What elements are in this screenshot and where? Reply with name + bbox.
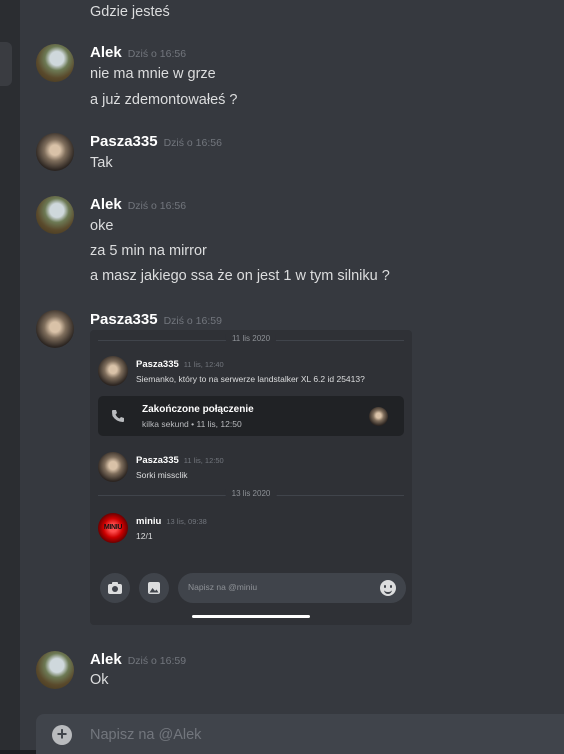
- call-subtitle: kilka sekund • 11 lis, 12:50: [142, 419, 242, 429]
- attachment-author: Pasza335 11 lis, 12:40: [136, 359, 224, 370]
- author-name[interactable]: Pasza335: [90, 311, 158, 328]
- message-header: Pasza335 Dziś o 16:59: [90, 311, 222, 328]
- camera-icon: [100, 573, 130, 603]
- attachment-author: Pasza335 11 lis, 12:50: [136, 455, 224, 466]
- author-name[interactable]: Pasza335: [90, 133, 158, 150]
- server-sidebar: [0, 0, 20, 750]
- author-name[interactable]: Alek: [90, 196, 122, 213]
- emoji-icon: [380, 580, 396, 596]
- avatar-alek[interactable]: [36, 44, 74, 82]
- message-header: Alek Dziś o 16:59: [90, 651, 186, 668]
- call-avatar: [369, 407, 388, 426]
- message-timestamp: Dziś o 16:56: [163, 137, 222, 149]
- message-text: nie ma mnie w grze: [90, 66, 216, 82]
- message-text: Gdzie jesteś: [90, 4, 170, 20]
- image-attachment[interactable]: 11 lis 2020 Pasza335 11 lis, 12:40 Sieman…: [90, 330, 412, 625]
- add-attachment-button[interactable]: +: [52, 725, 72, 745]
- date-divider: 13 lis 2020: [98, 489, 404, 501]
- attachment-avatar: [98, 452, 128, 482]
- message-header: Pasza335 Dziś o 16:56: [90, 133, 222, 150]
- call-title: Zakończone połączenie: [142, 404, 254, 415]
- attachment-text: Siemanko, który to na serwerze landstalk…: [136, 374, 365, 384]
- date-divider: 11 lis 2020: [98, 334, 404, 346]
- message-timestamp: Dziś o 16:59: [163, 315, 222, 327]
- author-name[interactable]: Alek: [90, 44, 122, 61]
- image-icon: [139, 573, 169, 603]
- message-text: a masz jakiego ssa że on jest 1 w tym si…: [90, 268, 390, 284]
- chat-area: Gdzie jesteś Alek Dziś o 16:56 nie ma mni…: [20, 0, 564, 754]
- message-input-placeholder: Napisz na @Alek: [90, 727, 202, 743]
- attachment-avatar: [98, 356, 128, 386]
- avatar-pasza335[interactable]: [36, 133, 74, 171]
- message-header: Alek Dziś o 16:56: [90, 196, 186, 213]
- message-text: oke: [90, 218, 114, 234]
- phone-call-icon: [110, 408, 126, 424]
- sidebar-selected-item[interactable]: [0, 42, 12, 86]
- attachment-avatar: MINIU: [98, 513, 128, 543]
- avatar-alek[interactable]: [36, 651, 74, 689]
- author-name[interactable]: Alek: [90, 651, 122, 668]
- avatar-alek[interactable]: [36, 196, 74, 234]
- message-text: za 5 min na mirror: [90, 243, 207, 259]
- message-timestamp: Dziś o 16:56: [127, 48, 187, 60]
- message-header: Alek Dziś o 16:56: [90, 44, 186, 61]
- message-text: a już zdemontowałeś ?: [90, 92, 238, 108]
- home-indicator: [192, 615, 310, 618]
- avatar-pasza335[interactable]: [36, 310, 74, 348]
- attachment-input-bar: Napisz na @miniu: [90, 568, 412, 610]
- message-timestamp: Dziś o 16:56: [127, 200, 187, 212]
- attachment-message-input: Napisz na @miniu: [178, 573, 406, 603]
- message-text: Tak: [90, 155, 113, 171]
- attachment-author: miniu 13 lis, 09:38: [136, 516, 207, 527]
- call-card: Zakończone połączenie kilka sekund • 11 …: [98, 396, 404, 436]
- message-input[interactable]: + Napisz na @Alek: [36, 714, 564, 754]
- attachment-text: 12/1: [136, 531, 153, 541]
- message-text: Ok: [90, 672, 109, 688]
- message-timestamp: Dziś o 16:59: [127, 655, 187, 667]
- attachment-text: Sorki missclik: [136, 470, 188, 480]
